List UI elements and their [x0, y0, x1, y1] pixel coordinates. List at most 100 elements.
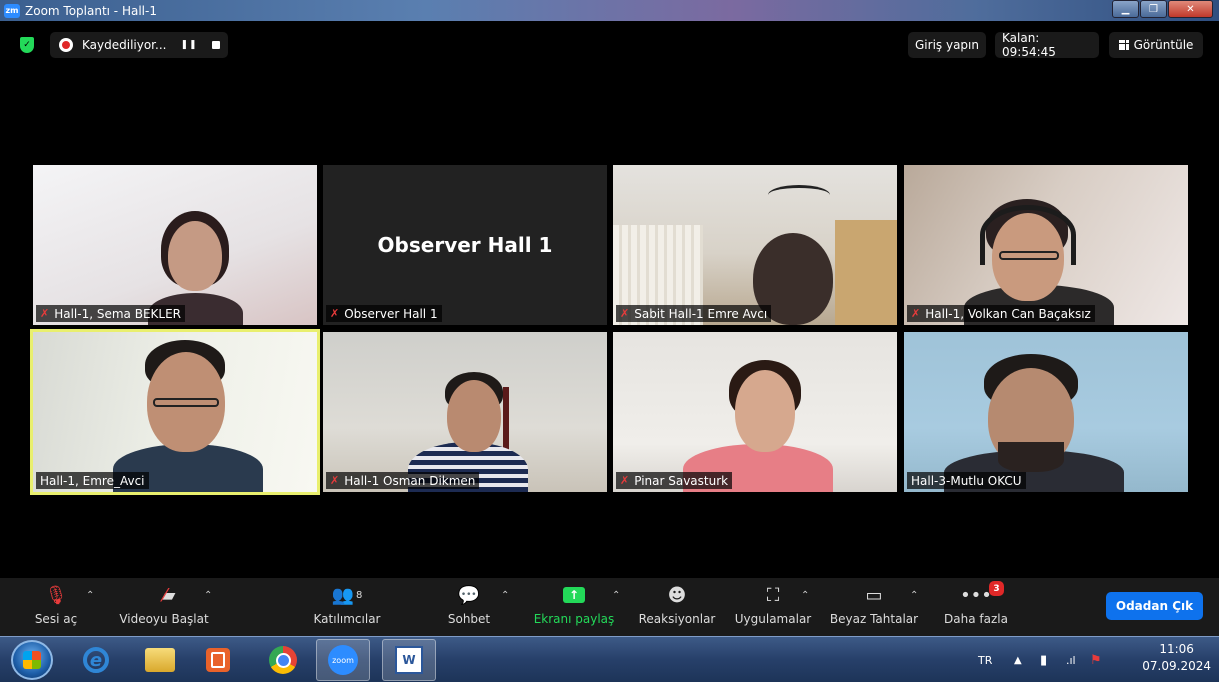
reactions-button[interactable]: ☻ Reaksiyonlar — [636, 578, 718, 636]
meeting-topbar: ✓ Kaydediliyor... ❚❚ Giriş yapın Kalan: … — [0, 21, 1219, 67]
participant-name-tag: ✗ Observer Hall 1 — [326, 305, 442, 322]
stop-recording-button[interactable] — [211, 41, 220, 49]
participants-count: 8 — [356, 589, 363, 601]
taskbar-file-explorer[interactable] — [133, 639, 187, 681]
language-label: TR — [978, 653, 993, 667]
share-screen-button[interactable]: ↑ Ekranı paylaş — [532, 578, 616, 636]
start-button[interactable] — [11, 640, 53, 680]
muted-mic-icon: 🎙 — [44, 584, 68, 606]
system-clock[interactable]: 11:06 07.09.2024 — [1142, 641, 1211, 675]
video-tile[interactable]: ✗ Hall-1, Volkan Can Baçaksız — [904, 165, 1188, 325]
clock-date: 07.09.2024 — [1142, 659, 1211, 673]
pause-recording-button[interactable]: ❚❚ — [180, 40, 197, 50]
close-button[interactable]: ✕ — [1168, 0, 1213, 18]
muted-mic-icon: ✗ — [330, 307, 340, 320]
participant-beard — [998, 442, 1064, 472]
action-center-flag-icon[interactable]: ⚑ — [1090, 637, 1102, 682]
chandelier-icon — [768, 185, 830, 205]
chrome-icon — [269, 646, 297, 674]
apps-icon: ⛶ — [766, 584, 780, 606]
window-titlebar: zm Zoom Toplantı - Hall-1 ▁ ❐ ✕ — [0, 0, 1219, 21]
share-screen-icon: ↑ — [563, 578, 585, 612]
participant-name-tag: Hall-3-Mutlu OKCU — [907, 472, 1026, 489]
window-controls: ▁ ❐ ✕ — [1111, 0, 1213, 18]
windows-taskbar: e zoom W TR ▲ ▮ .ıl ⚑ 11:06 07.09.2024 — [0, 636, 1219, 682]
muted-mic-icon: ✗ — [620, 474, 630, 487]
video-tile[interactable]: ✗ Sabit Hall-1 Emre Avcı — [613, 165, 897, 325]
recording-dot-icon — [59, 38, 73, 52]
leave-meeting-button[interactable]: Odadan Çık — [1106, 592, 1203, 620]
reactions-label: Reaksiyonlar — [638, 612, 716, 626]
view-label: Görüntüle — [1133, 38, 1194, 52]
more-button[interactable]: ••• 3 Daha fazla — [940, 578, 1012, 636]
whiteboard-icon: ▭ — [865, 584, 883, 606]
video-tile[interactable]: ✗ Hall-1, Sema BEKLER — [33, 165, 317, 325]
observer-name-label: Observer Hall 1 — [377, 233, 553, 257]
whiteboards-button[interactable]: ▭ Beyaz Tahtalar — [828, 578, 920, 636]
language-indicator[interactable]: TR — [978, 637, 992, 682]
chat-button[interactable]: 💬 Sohbet — [446, 578, 492, 636]
share-screen-label: Ekranı paylaş — [533, 612, 615, 626]
remaining-time: Kalan: 09:54:45 — [995, 31, 1099, 59]
participant-face — [447, 380, 501, 452]
taskbar-internet-explorer[interactable]: e — [69, 639, 123, 681]
participants-icon: 👥 8 — [331, 584, 363, 606]
windows-logo-icon — [23, 651, 41, 669]
headphones-icon — [980, 205, 1076, 265]
video-tile[interactable]: ✗ Pinar Savasturk — [613, 332, 897, 492]
participants-label: Katılımcılar — [313, 612, 381, 626]
zoom-icon: zoom — [328, 645, 358, 675]
remaining-time-label: Kalan: 09:54:45 — [1002, 31, 1056, 59]
show-hidden-icons-chevron-icon[interactable]: ▲ — [1014, 637, 1022, 682]
minimize-button[interactable]: ▁ — [1112, 0, 1139, 18]
video-tile[interactable]: Observer Hall 1 ✗ Observer Hall 1 — [323, 165, 607, 325]
apps-label: Uygulamalar — [734, 612, 812, 626]
video-tile-active-speaker[interactable]: Hall-1, Emre_Avci — [30, 329, 320, 495]
door — [835, 220, 897, 325]
view-button[interactable]: Görüntüle — [1109, 32, 1203, 58]
chat-options-chevron-icon[interactable]: ⌃ — [501, 590, 509, 601]
participant-face — [735, 370, 795, 452]
more-notification-badge: 3 — [989, 581, 1004, 596]
chat-bubble-icon: 💬 — [457, 584, 481, 606]
start-video-button[interactable]: ▰ ⁄ Videoyu Başlat — [114, 578, 214, 636]
network-icon[interactable]: ▮ — [1040, 637, 1047, 682]
share-options-chevron-icon[interactable]: ⌃ — [612, 590, 620, 601]
media-player-icon — [206, 648, 230, 672]
video-options-chevron-icon[interactable]: ⌃ — [204, 590, 212, 601]
muted-mic-icon: ✗ — [911, 307, 921, 320]
chat-label: Sohbet — [447, 612, 491, 626]
unmute-label: Sesi aç — [34, 612, 78, 626]
security-shield-icon[interactable]: ✓ — [20, 37, 34, 53]
whiteboard-options-chevron-icon[interactable]: ⌃ — [910, 590, 918, 601]
maximize-button[interactable]: ❐ — [1140, 0, 1167, 18]
zoom-logo-icon: zm — [4, 3, 20, 18]
whiteboards-label: Beyaz Tahtalar — [829, 612, 919, 626]
participant-name-tag: Hall-1, Emre_Avci — [36, 472, 149, 489]
video-tile[interactable]: Hall-3-Mutlu OKCU — [904, 332, 1188, 492]
participant-name-tag: ✗ Hall-1 Osman Dikmen — [326, 472, 480, 489]
participant-name-tag: ✗ Hall-1, Volkan Can Baçaksız — [907, 305, 1095, 322]
more-label: Daha fazla — [944, 612, 1008, 626]
leave-label: Odadan Çık — [1115, 599, 1194, 613]
meeting-toolbar: 🎙 Sesi aç ⌃ ▰ ⁄ Videoyu Başlat ⌃ 👥 8 Katıl… — [0, 578, 1219, 636]
participant-name-tag: ✗ Hall-1, Sema BEKLER — [36, 305, 186, 322]
apps-options-chevron-icon[interactable]: ⌃ — [801, 590, 809, 601]
participants-button[interactable]: 👥 8 Katılımcılar — [310, 578, 384, 636]
recording-label: Kaydediliyor... — [82, 38, 167, 52]
video-tile[interactable]: ✗ Hall-1 Osman Dikmen — [323, 332, 607, 492]
taskbar-zoom[interactable]: zoom — [316, 639, 370, 681]
unmute-button[interactable]: 🎙 Sesi aç — [34, 578, 78, 636]
word-icon: W — [395, 646, 423, 674]
taskbar-word[interactable]: W — [382, 639, 436, 681]
signal-icon[interactable]: .ıl — [1066, 637, 1076, 682]
taskbar-media-player[interactable] — [191, 639, 245, 681]
taskbar-chrome[interactable] — [256, 639, 310, 681]
glasses-icon — [153, 398, 219, 407]
apps-button[interactable]: ⛶ Uygulamalar — [732, 578, 814, 636]
signin-button[interactable]: Giriş yapın — [908, 32, 986, 58]
grid-view-icon — [1118, 40, 1129, 50]
window-title: Zoom Toplantı - Hall-1 — [25, 3, 157, 18]
participant-face — [168, 221, 222, 291]
audio-options-chevron-icon[interactable]: ⌃ — [86, 590, 94, 601]
